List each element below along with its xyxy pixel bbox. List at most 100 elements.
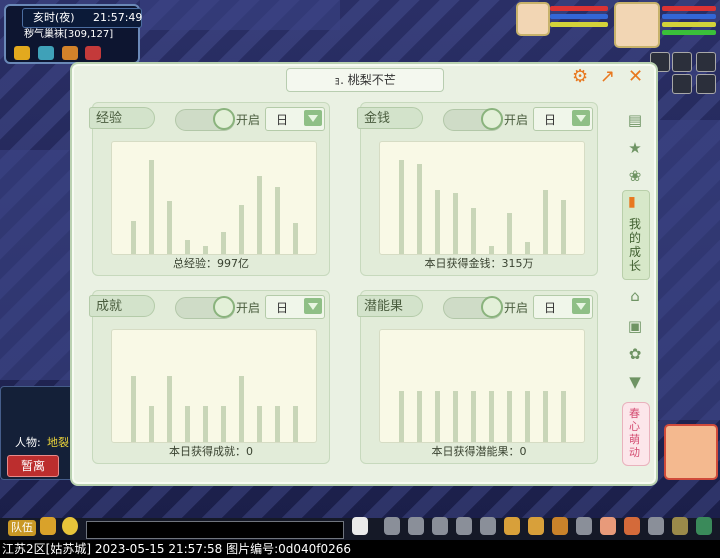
chart-bar (203, 406, 208, 442)
system-icon[interactable] (648, 517, 664, 535)
toggle-switch[interactable] (175, 296, 235, 319)
paw-icon[interactable]: ❀ (626, 168, 644, 184)
bag-icon[interactable] (61, 46, 78, 60)
toggle-knob (213, 296, 235, 318)
chevron-down-icon[interactable] (304, 298, 322, 314)
message-icon[interactable]: ▤ (626, 112, 644, 128)
chart-bar (203, 246, 208, 254)
settings-icon[interactable] (696, 517, 712, 535)
tab-label: 我的成长 (629, 217, 642, 273)
chart-bar (167, 201, 172, 254)
quest-icon[interactable] (528, 517, 544, 535)
character-panel: 人物: 地裂 暂离 (0, 386, 74, 480)
pet-list-icon[interactable] (504, 517, 520, 535)
team-button[interactable]: 队伍 (8, 520, 36, 536)
period-select[interactable]: 日 (265, 107, 325, 131)
toggle-label: 开启 (504, 301, 529, 315)
pet-hp-bar (550, 6, 608, 11)
chart-bar (221, 406, 226, 442)
period-select[interactable]: 日 (533, 295, 593, 319)
close-icon[interactable]: ✕ (628, 67, 643, 87)
hud-button[interactable] (696, 74, 716, 94)
pet-icon[interactable] (352, 517, 368, 535)
toggle-label: 开启 (236, 301, 261, 315)
leave-button[interactable]: 暂离 (7, 455, 59, 477)
chart-bar (293, 406, 298, 442)
chart-bar (453, 391, 458, 442)
player-avatar[interactable] (614, 2, 660, 48)
chart-bar (131, 221, 136, 254)
popout-icon[interactable]: ↗ (600, 67, 615, 87)
chart-bar (275, 406, 280, 442)
guild-icon[interactable] (552, 517, 568, 535)
chart-bar (257, 406, 262, 442)
pet-exp-bar (550, 22, 608, 27)
chart-bar (221, 232, 226, 254)
chart-bar (435, 391, 440, 442)
bar-chart (379, 329, 585, 443)
hud-button[interactable] (672, 74, 692, 94)
hud-button[interactable] (696, 52, 716, 72)
stat-card-achievement: 成就 开启 日 本日获得成就：0 (89, 290, 330, 464)
friends-icon[interactable] (576, 517, 592, 535)
microphone-icon[interactable] (40, 517, 56, 535)
select-value: 日 (276, 301, 289, 315)
hud-button[interactable] (672, 52, 692, 72)
palette-icon[interactable]: ✿ (626, 346, 644, 362)
chevron-down-icon[interactable] (572, 298, 590, 314)
character-label: 人物: (15, 436, 41, 449)
emoji-icon[interactable] (62, 517, 78, 535)
activity-icon[interactable] (624, 517, 640, 535)
chart-bar (471, 391, 476, 442)
shop-icon[interactable] (672, 517, 688, 535)
chart-bar (167, 376, 172, 442)
compass-icon[interactable] (37, 46, 54, 60)
card-label: 潜能果 (357, 295, 423, 317)
shirt-icon[interactable]: ▼ (626, 374, 644, 390)
attack-icon[interactable] (384, 517, 400, 535)
toggle-switch[interactable] (443, 108, 503, 131)
toggle-label: 开启 (236, 113, 261, 127)
chevron-down-icon[interactable] (304, 110, 322, 126)
trade-icon[interactable] (456, 517, 472, 535)
card-caption: 本日获得成就：0 (169, 445, 253, 458)
peach-icon[interactable] (600, 517, 616, 535)
chart-bar (507, 391, 512, 442)
toggle-knob (481, 108, 503, 130)
toggle-switch[interactable] (175, 108, 235, 131)
period-select[interactable]: 日 (265, 295, 325, 319)
calendar-icon[interactable] (85, 46, 102, 60)
chart-bar (561, 200, 566, 254)
chevron-down-icon[interactable] (572, 110, 590, 126)
select-value: 日 (276, 113, 289, 127)
clock-time: 21:57:49 (93, 11, 143, 24)
map-icon[interactable] (14, 46, 30, 60)
tab-event[interactable]: 春心萌动 (622, 402, 650, 466)
chart-bar (417, 391, 422, 442)
box-icon[interactable]: ▣ (626, 318, 644, 334)
chart-bar (543, 391, 548, 442)
minimap-info[interactable]: 亥时(夜) 21:57:49 秽气巢袜[309,127] (4, 4, 143, 64)
bar-chart (111, 329, 317, 443)
select-value: 日 (544, 301, 557, 315)
period-select[interactable]: 日 (533, 107, 593, 131)
growth-panel: ｮ. 桃梨不芒 ⚙ ↗ ✕ 经验 开启 日 总经验：997亿 金钱 开启 日 本… (70, 62, 658, 486)
items-icon[interactable] (408, 517, 424, 535)
chart-bar (399, 160, 404, 254)
player-mp-bar (662, 14, 716, 19)
house-icon[interactable]: ⌂ (626, 288, 644, 304)
npc-avatar[interactable] (664, 424, 718, 480)
team-icon[interactable] (480, 517, 496, 535)
chart-bar (561, 391, 566, 442)
give-icon[interactable] (432, 517, 448, 535)
chat-input[interactable] (86, 521, 344, 539)
bar-chart (111, 141, 317, 255)
pet-avatar[interactable] (516, 2, 550, 36)
toggle-switch[interactable] (443, 296, 503, 319)
tab-my-growth[interactable]: ▮ 我的成长 (622, 190, 650, 280)
chart-bar (239, 205, 244, 254)
chart-bar (257, 176, 262, 254)
star-icon[interactable]: ★ (626, 140, 644, 156)
gear-icon[interactable]: ⚙ (572, 67, 588, 87)
chart-bar (399, 391, 404, 442)
